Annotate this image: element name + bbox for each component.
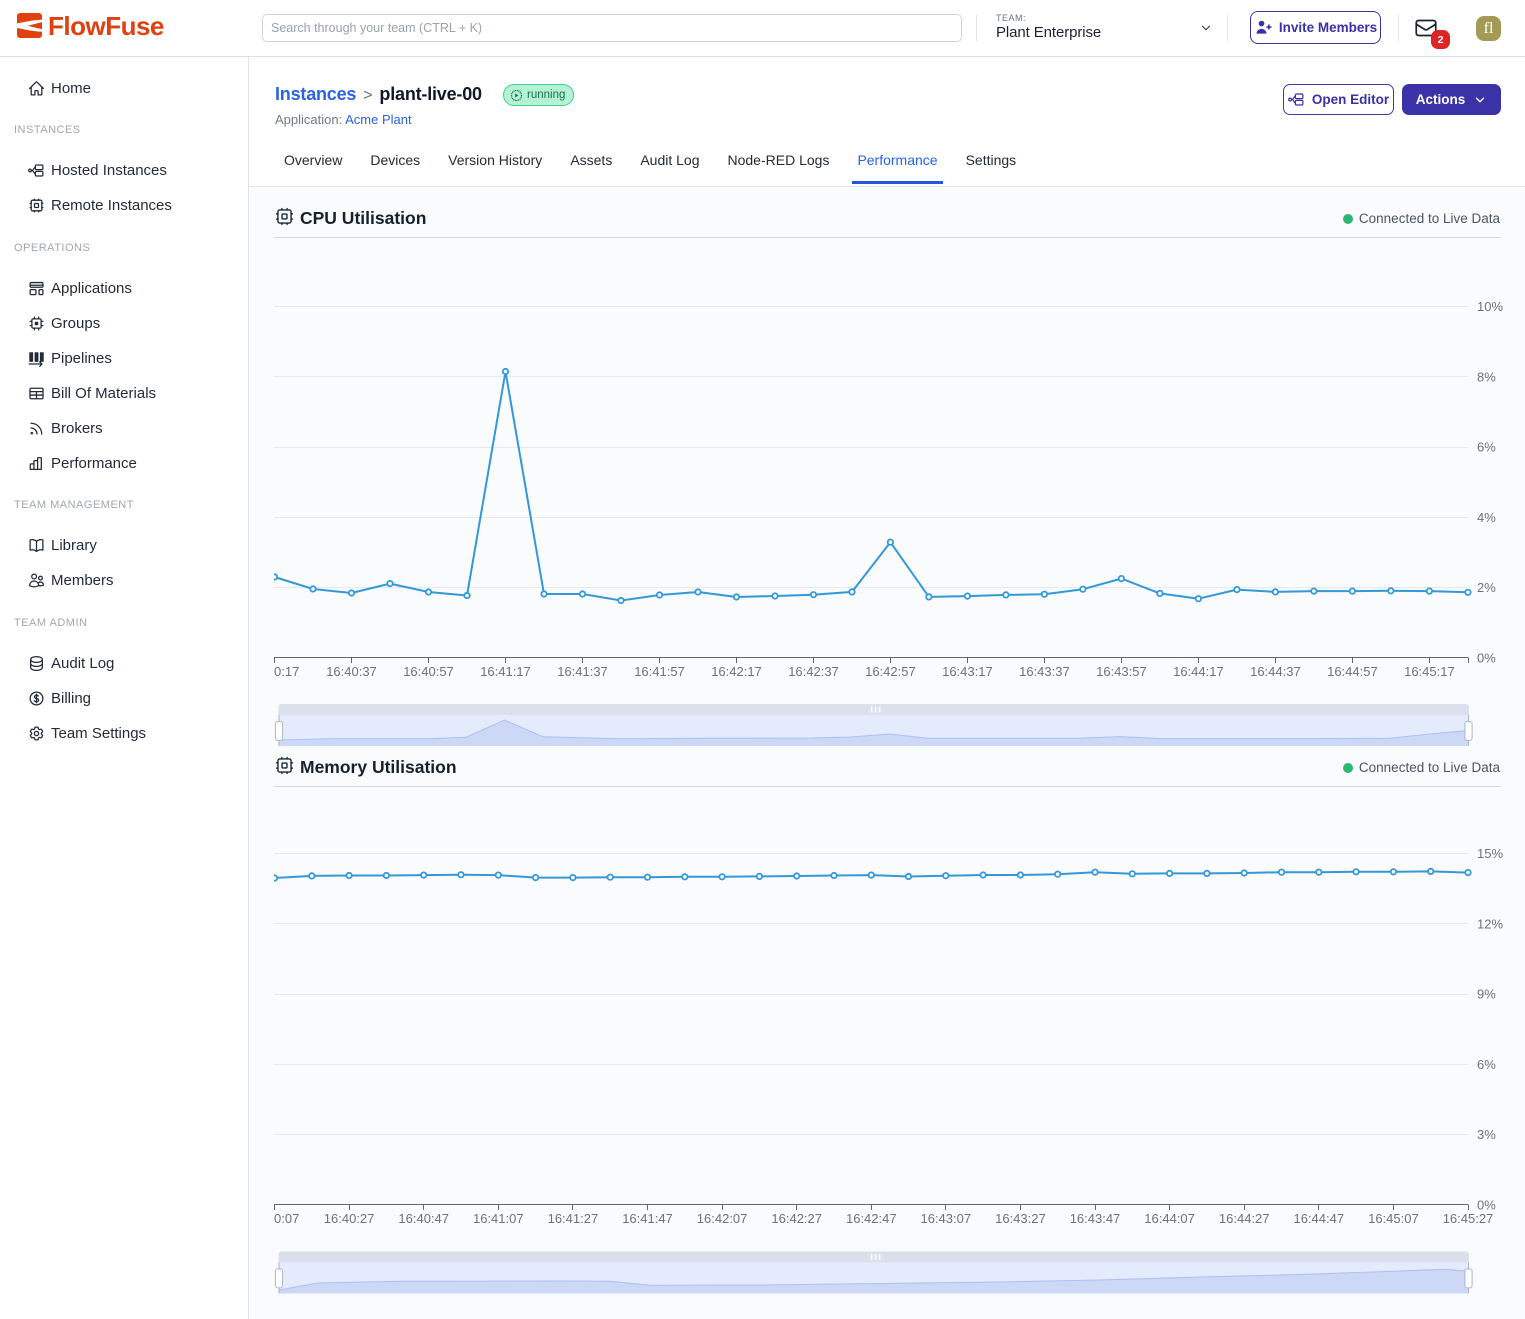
svg-text:16:45:27: 16:45:27 xyxy=(1443,1211,1494,1226)
svg-text:16:41:47: 16:41:47 xyxy=(622,1211,673,1226)
svg-text:16:43:17: 16:43:17 xyxy=(942,664,993,679)
svg-text:4%: 4% xyxy=(1477,510,1496,525)
svg-text:16:44:17: 16:44:17 xyxy=(1173,664,1224,679)
svg-text:16:44:47: 16:44:47 xyxy=(1293,1211,1344,1226)
svg-text:16:43:07: 16:43:07 xyxy=(920,1211,971,1226)
svg-text:16:42:17: 16:42:17 xyxy=(711,664,762,679)
svg-text:16:42:57: 16:42:57 xyxy=(865,664,916,679)
svg-text:16:44:57: 16:44:57 xyxy=(1327,664,1378,679)
svg-text:0:07: 0:07 xyxy=(274,1211,299,1226)
svg-text:16:41:37: 16:41:37 xyxy=(557,664,608,679)
svg-text:16:44:07: 16:44:07 xyxy=(1144,1211,1195,1226)
svg-text:16:45:07: 16:45:07 xyxy=(1368,1211,1419,1226)
svg-text:16:42:27: 16:42:27 xyxy=(771,1211,822,1226)
svg-text:9%: 9% xyxy=(1477,987,1496,1002)
svg-text:3%: 3% xyxy=(1477,1127,1496,1142)
svg-text:15%: 15% xyxy=(1477,846,1503,861)
svg-text:16:42:47: 16:42:47 xyxy=(846,1211,897,1226)
svg-text:8%: 8% xyxy=(1477,369,1496,384)
svg-text:16:45:17: 16:45:17 xyxy=(1404,664,1455,679)
svg-text:16:41:57: 16:41:57 xyxy=(634,664,685,679)
svg-text:6%: 6% xyxy=(1477,440,1496,455)
svg-text:16:40:37: 16:40:37 xyxy=(326,664,377,679)
svg-text:16:41:17: 16:41:17 xyxy=(480,664,531,679)
svg-text:16:42:37: 16:42:37 xyxy=(788,664,839,679)
svg-text:16:41:07: 16:41:07 xyxy=(473,1211,524,1226)
svg-text:16:40:47: 16:40:47 xyxy=(398,1211,449,1226)
svg-text:6%: 6% xyxy=(1477,1057,1496,1072)
svg-text:16:43:57: 16:43:57 xyxy=(1096,664,1147,679)
svg-text:12%: 12% xyxy=(1477,916,1503,931)
svg-text:16:43:27: 16:43:27 xyxy=(995,1211,1046,1226)
svg-text:0%: 0% xyxy=(1477,651,1496,666)
svg-text:16:44:37: 16:44:37 xyxy=(1250,664,1301,679)
svg-text:16:43:47: 16:43:47 xyxy=(1070,1211,1121,1226)
svg-text:16:40:27: 16:40:27 xyxy=(324,1211,375,1226)
svg-text:10%: 10% xyxy=(1477,299,1503,314)
svg-text:0:17: 0:17 xyxy=(274,664,299,679)
svg-text:16:43:37: 16:43:37 xyxy=(1019,664,1070,679)
svg-text:16:41:27: 16:41:27 xyxy=(548,1211,599,1226)
svg-text:2%: 2% xyxy=(1477,580,1496,595)
svg-text:16:42:07: 16:42:07 xyxy=(697,1211,748,1226)
svg-text:16:44:27: 16:44:27 xyxy=(1219,1211,1270,1226)
svg-text:16:40:57: 16:40:57 xyxy=(403,664,454,679)
